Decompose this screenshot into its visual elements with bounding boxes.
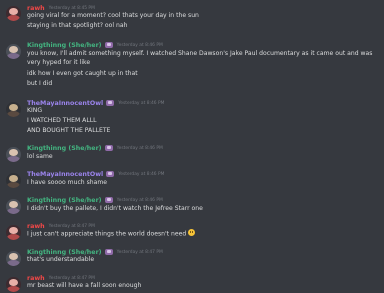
role-badge-icon — [104, 196, 113, 203]
message-text: I have soooo much shame — [27, 179, 108, 186]
timestamp: Yesterday at 8:45 PM — [48, 6, 95, 11]
username[interactable]: Kingthinng (She/her) — [27, 249, 102, 256]
timestamp: Yesterday at 8:47 PM — [48, 224, 95, 229]
timestamp: Yesterday at 8:46 PM — [118, 101, 165, 106]
avatar[interactable] — [6, 173, 21, 188]
message-text: I WATCHED THEM ALLL — [27, 117, 97, 124]
role-badge-icon — [106, 170, 115, 177]
role-badge-icon — [104, 248, 113, 255]
username[interactable]: Kingthinng (She/her) — [27, 145, 102, 152]
chat-message-list: rawh Yesterday at 8:45 PM going viral for… — [0, 0, 384, 293]
role-badge-icon — [104, 41, 113, 48]
avatar[interactable] — [6, 147, 21, 162]
username[interactable]: TheMayaInnocentOwl — [27, 171, 103, 178]
timestamp: Yesterday at 8:46 PM — [118, 172, 165, 177]
message-text: that's understandable — [27, 256, 95, 263]
message-text: idk how I even got caught up in that — [27, 70, 138, 77]
avatar[interactable] — [6, 44, 21, 59]
message-text: KING — [27, 107, 43, 114]
avatar[interactable] — [6, 199, 21, 214]
message-text: I didn't buy the pallete, I didn't watch… — [27, 205, 203, 212]
avatar[interactable] — [6, 225, 21, 240]
timestamp: Yesterday at 8:46 PM — [116, 146, 163, 151]
message-text: I just can't appreciate things the world… — [27, 229, 196, 239]
message-header: Kingthinng (She/her) Yesterday at 8:46 PM — [27, 195, 163, 204]
timestamp: Yesterday at 8:46 PM — [116, 198, 163, 203]
avatar[interactable] — [6, 6, 21, 21]
message-text: mr beast will have a fall soon enough — [27, 282, 142, 289]
message-text: but I did — [27, 80, 53, 87]
username[interactable]: rawh — [27, 275, 45, 282]
avatar[interactable] — [6, 102, 21, 117]
message-header: rawh Yesterday at 8:47 PM — [27, 221, 95, 230]
message-text: lol same — [27, 153, 53, 160]
message-text: you know, I'll admit something myself. I… — [27, 50, 373, 66]
avatar[interactable] — [6, 277, 21, 292]
username[interactable]: rawh — [27, 223, 45, 230]
timestamp: Yesterday at 8:47 PM — [116, 250, 163, 255]
username[interactable]: TheMayaInnocentOwl — [27, 100, 103, 107]
username[interactable]: Kingthinng (She/her) — [27, 42, 102, 49]
slightly-smiling-face-icon[interactable] — [188, 229, 196, 236]
message-header: TheMayaInnocentOwl Yesterday at 8:46 PM — [27, 98, 164, 107]
message-text: staying in that spotlight? ool nah — [27, 22, 128, 29]
role-badge-icon — [106, 99, 115, 106]
avatar[interactable] — [6, 251, 21, 266]
message-text: AND BOUGHT THE PALLETE — [27, 127, 111, 134]
message-header: Kingthinng (She/her) Yesterday at 8:47 PM — [27, 247, 163, 256]
username[interactable]: rawh — [27, 5, 45, 12]
message-header: Kingthinng (She/her) Yesterday at 8:46 PM — [27, 40, 163, 49]
username[interactable]: Kingthinng (She/her) — [27, 197, 102, 204]
message-header: rawh Yesterday at 8:47 PM — [27, 273, 95, 282]
role-badge-icon — [104, 144, 113, 151]
message-header: Kingthinng (She/her) Yesterday at 8:46 PM — [27, 143, 163, 152]
message-header: TheMayaInnocentOwl Yesterday at 8:46 PM — [27, 169, 164, 178]
timestamp: Yesterday at 8:46 PM — [116, 43, 163, 48]
message-text: going viral for a moment? cool thats you… — [27, 12, 199, 19]
timestamp: Yesterday at 8:47 PM — [48, 276, 95, 281]
message-text-content: I just can't appreciate things the world… — [27, 230, 187, 238]
message-header: rawh Yesterday at 8:45 PM — [27, 3, 95, 12]
